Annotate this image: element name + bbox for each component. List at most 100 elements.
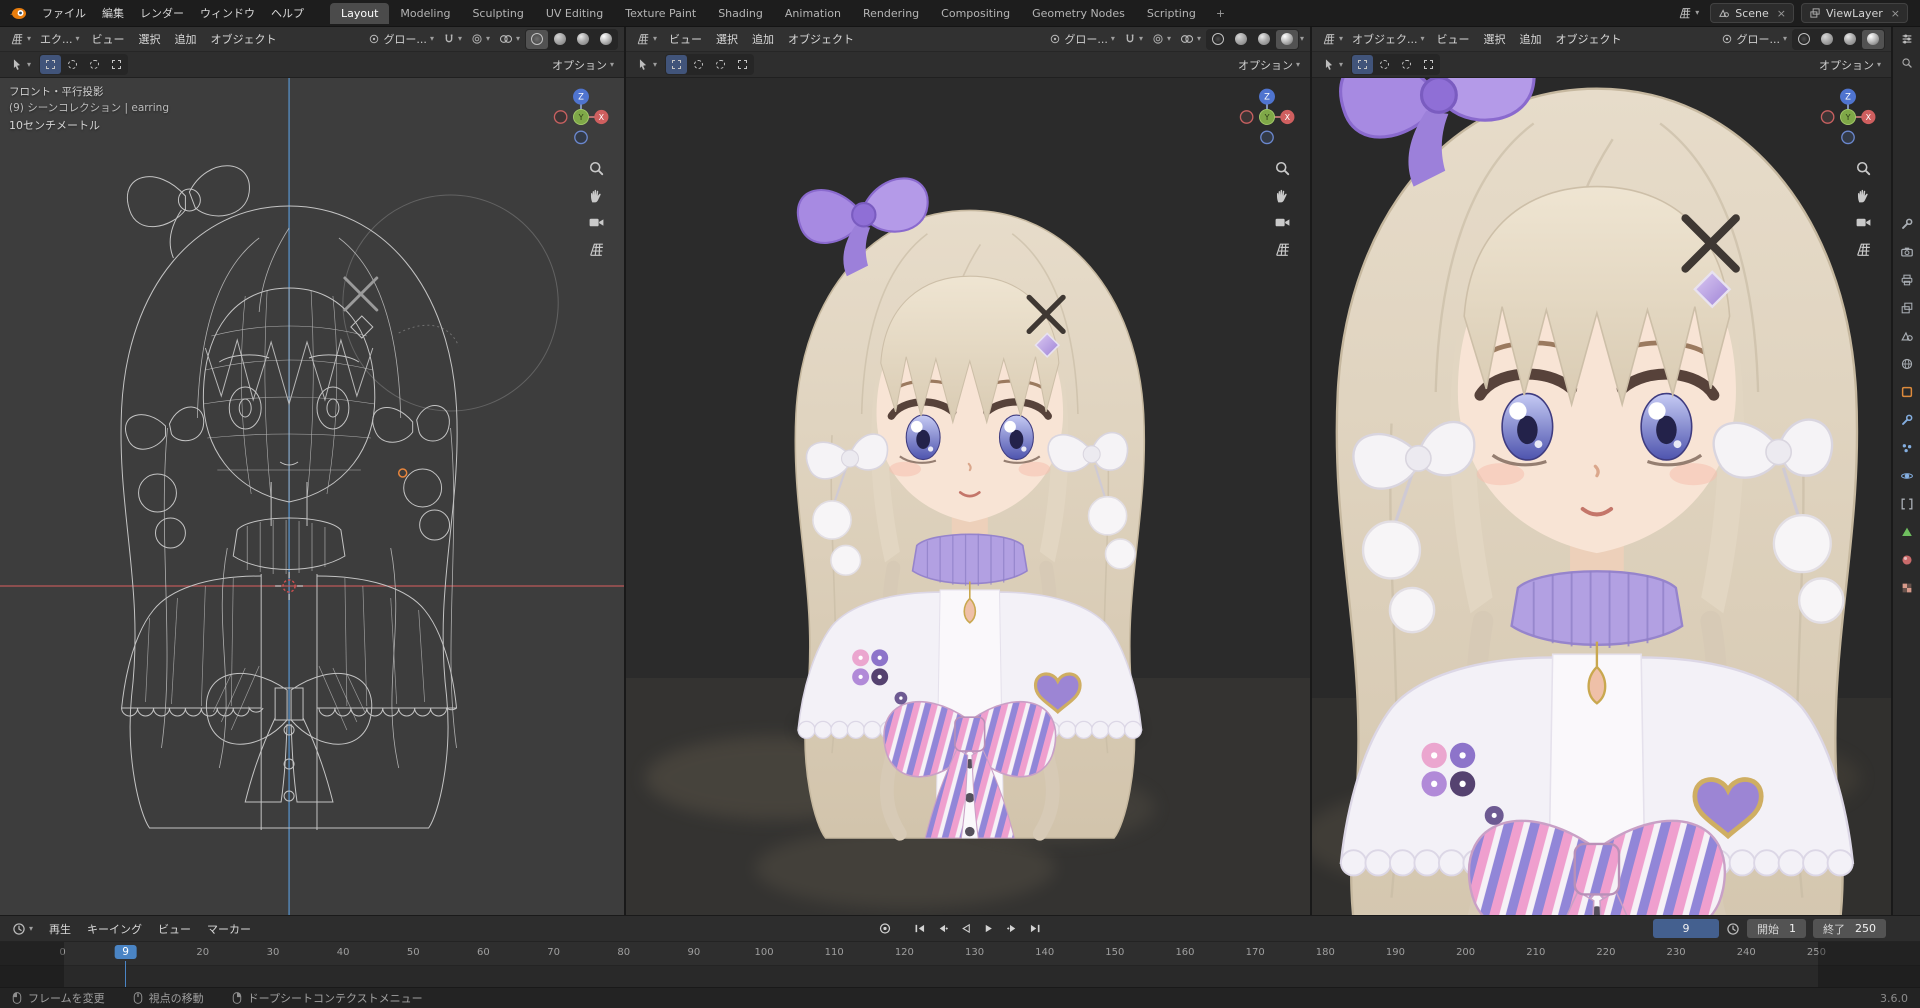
viewport-menu-item[interactable]: 追加 (1513, 28, 1549, 50)
shading-material-button[interactable] (572, 30, 594, 49)
viewport-menu-item[interactable]: 選択 (1477, 28, 1513, 50)
workspace-tab[interactable]: Scripting (1136, 3, 1207, 24)
navigation-gizmo[interactable] (1817, 86, 1879, 148)
workspace-tab[interactable]: Layout (330, 2, 390, 24)
physics-tab[interactable] (1897, 467, 1916, 485)
mode-dropdown[interactable]: オブジェク... ▾ (1348, 29, 1429, 49)
transform-orientation-dropdown[interactable]: グロー... ▾ (364, 29, 438, 49)
select-lasso-button[interactable] (84, 55, 105, 74)
topbar-menu-item[interactable]: 編集 (94, 2, 132, 24)
timeline-body[interactable]: 0 20 30 40 50 60 70 80 90 100 110 120 130 140 150 160 17… (0, 941, 1920, 987)
timeline-editor-type-button[interactable]: ▾ (8, 920, 37, 938)
select-lasso-button[interactable] (1396, 55, 1417, 74)
frame-start-field[interactable]: 開始 1 (1747, 919, 1806, 938)
shading-wireframe-button[interactable] (1793, 30, 1815, 49)
options-dropdown[interactable]: オプション ▾ (1234, 55, 1304, 75)
active-tool-button[interactable]: ▾ (632, 56, 661, 74)
workspace-tab[interactable]: Animation (774, 3, 852, 24)
wireframe-view[interactable]: フロント・平行投影 (9) シーンコレクション | earring 10センチメート… (0, 78, 624, 915)
snapping-toggle[interactable]: ▾ (1120, 31, 1147, 47)
rendered-closeup-view[interactable] (1312, 78, 1891, 915)
viewport-menu-item[interactable]: 追加 (168, 28, 204, 50)
view-layer-selector[interactable]: ViewLayer × (1801, 3, 1908, 23)
particles-tab[interactable] (1897, 439, 1916, 457)
auto-keying-toggle[interactable] (875, 920, 896, 938)
use-preview-range-icon[interactable] (1726, 922, 1740, 936)
zoom-icon[interactable] (1274, 160, 1291, 177)
output-tab[interactable] (1897, 271, 1916, 289)
pan-hand-icon[interactable] (1855, 187, 1872, 204)
scene-unlink-button[interactable]: × (1777, 7, 1786, 20)
view-layer-tab[interactable] (1897, 299, 1916, 317)
options-dropdown[interactable]: オプション ▾ (548, 55, 618, 75)
workspace-tab[interactable]: Shading (707, 3, 774, 24)
current-frame-field[interactable]: 9 (1653, 919, 1719, 938)
viewport-menu-item[interactable]: オブジェクト (1549, 28, 1629, 50)
jump-to-start-button[interactable] (910, 920, 931, 938)
select-box-button[interactable] (40, 55, 62, 74)
frame-end-field[interactable]: 終了 250 (1813, 919, 1886, 938)
zoom-icon[interactable] (588, 160, 605, 177)
shading-wireframe-button[interactable] (1207, 30, 1229, 49)
world-tab[interactable] (1897, 355, 1916, 373)
add-workspace-button[interactable]: + (1209, 3, 1232, 24)
snapping-toggle[interactable]: ▾ (439, 31, 466, 47)
topbar-menu-item[interactable]: レンダー (132, 2, 192, 24)
select-box-button[interactable] (1352, 55, 1374, 74)
select-circle-button[interactable] (688, 55, 709, 74)
grid-toggle-icon[interactable] (1855, 241, 1872, 258)
workspace-tab[interactable]: UV Editing (535, 3, 614, 24)
topbar-menu-item[interactable]: ヘルプ (263, 2, 312, 24)
viewport-menu-item[interactable]: ビュー (1430, 28, 1477, 50)
camera-view-icon[interactable] (1855, 214, 1872, 231)
select-tweak-button[interactable] (1418, 55, 1439, 74)
shading-solid-button[interactable] (1816, 30, 1838, 49)
viewport-menu-item[interactable]: 追加 (745, 28, 781, 50)
jump-to-end-button[interactable] (1025, 920, 1046, 938)
shading-wireframe-button[interactable] (526, 29, 548, 49)
zoom-icon[interactable] (1855, 160, 1872, 177)
select-circle-button[interactable] (1374, 55, 1395, 74)
shading-solid-button[interactable] (549, 30, 571, 49)
scene-selector[interactable]: Scene × (1710, 3, 1794, 23)
shading-rendered-button[interactable] (1862, 29, 1884, 49)
display-mode-button[interactable]: ▾ (1674, 4, 1703, 22)
viewport-menu-item[interactable]: オブジェクト (781, 28, 861, 50)
frame-ruler[interactable]: 0 20 30 40 50 60 70 80 90 100 110 120 130 140 150 160 17… (0, 942, 1920, 966)
select-lasso-button[interactable] (710, 55, 731, 74)
shading-dropdown-chevron[interactable]: ▾ (1300, 35, 1304, 43)
texture-tab[interactable] (1897, 579, 1916, 597)
active-tool-button[interactable]: ▾ (6, 56, 35, 74)
workspace-tab[interactable]: Compositing (930, 3, 1021, 24)
rendered-view[interactable] (626, 78, 1310, 915)
object-data-tab[interactable] (1897, 523, 1916, 541)
mode-dropdown[interactable]: エク... ▾ (36, 29, 84, 49)
topbar-menu-item[interactable]: ウィンドウ (192, 2, 263, 24)
active-tool-button[interactable]: ▾ (1318, 56, 1347, 74)
render-tab[interactable] (1897, 243, 1916, 261)
blender-logo-icon[interactable] (8, 4, 28, 22)
workspace-tab[interactable]: Sculpting (461, 3, 534, 24)
transform-orientation-dropdown[interactable]: グロー... ▾ (1717, 29, 1791, 49)
viewport-menu-item[interactable]: 選択 (132, 28, 168, 50)
viewport-menu-item[interactable]: 選択 (709, 28, 745, 50)
transform-orientation-dropdown[interactable]: グロー... ▾ (1045, 29, 1119, 49)
play-reverse-button[interactable] (956, 920, 977, 938)
select-tweak-button[interactable] (106, 55, 127, 74)
workspace-tab[interactable]: Texture Paint (614, 3, 707, 24)
search-icon[interactable] (1901, 57, 1913, 69)
topbar-menu-item[interactable]: ファイル (34, 2, 94, 24)
proportional-editing-toggle[interactable]: ▾ (467, 31, 494, 47)
navigation-gizmo[interactable] (1236, 86, 1298, 148)
shading-rendered-button[interactable] (1275, 29, 1298, 49)
select-circle-button[interactable] (62, 55, 83, 74)
view-layer-unlink-button[interactable]: × (1891, 7, 1900, 20)
timeline-menu-item[interactable]: キーイング (79, 918, 150, 940)
timeline-menu-item[interactable]: 再生 (41, 918, 79, 940)
timeline-menu-item[interactable]: マーカー (199, 918, 259, 940)
viewport-menu-item[interactable]: ビュー (85, 28, 132, 50)
pan-hand-icon[interactable] (588, 187, 605, 204)
select-box-button[interactable] (666, 55, 688, 74)
pan-hand-icon[interactable] (1274, 187, 1291, 204)
proportional-editing-toggle[interactable]: ▾ (1148, 31, 1175, 47)
